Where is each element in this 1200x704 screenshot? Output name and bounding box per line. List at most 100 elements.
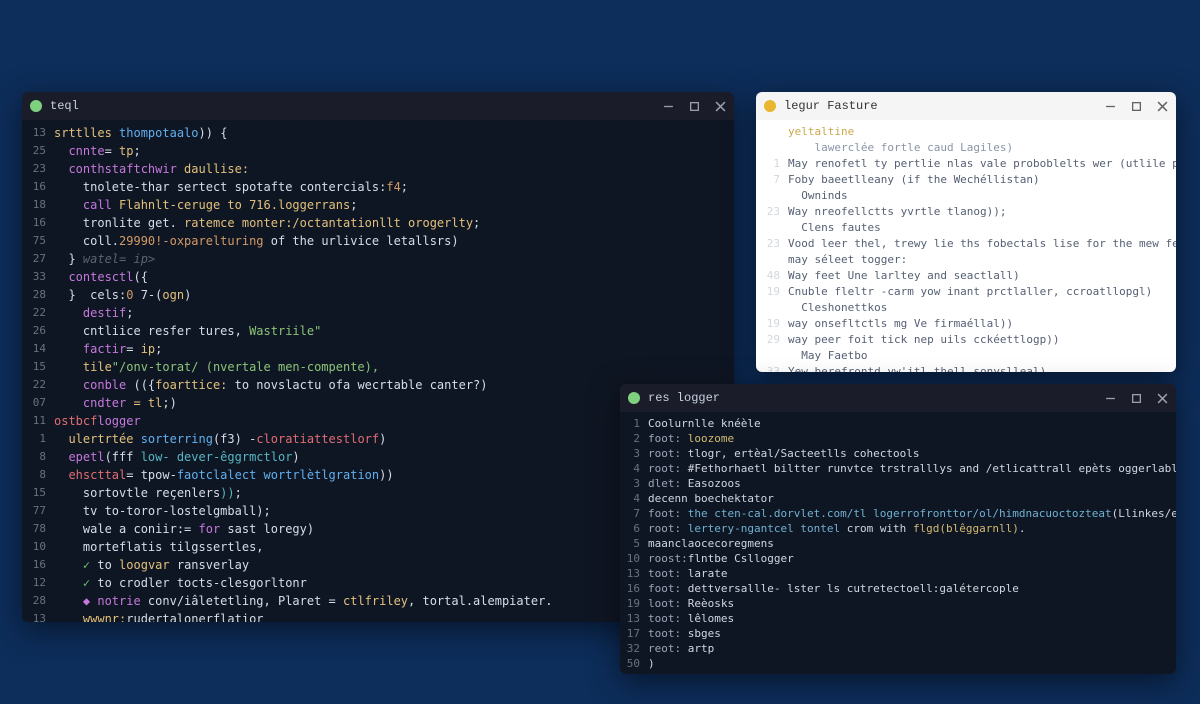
code-content: foot: dettversallle- lster ls cutretecto… [648,581,1176,596]
code-line[interactable]: 5maanclaocecoregmens [620,536,1176,551]
code-content: root: tlogr, ertèal/Sacteetlls cohectool… [648,446,1176,461]
feature-text: Way nreofellctts yvrtle tlanog)); [788,204,1176,220]
code-line[interactable]: 32reot: artp [620,641,1176,656]
feature-line[interactable]: May Faetbo [760,348,1176,364]
line-number: 23 [760,236,788,252]
line-number: 7 [620,506,648,521]
line-number: 16 [22,556,54,574]
code-line[interactable]: 2foot: loozome [620,431,1176,446]
code-line[interactable]: 3dlet: Easozoos [620,476,1176,491]
line-number: 8 [22,466,54,484]
line-number: 33 [760,364,788,372]
feature-text: Vood leer thel, trewy lie ths fobectals … [788,236,1176,252]
feature-line[interactable]: Owninds [760,188,1176,204]
feature-text: way peer foit tick nep uils cckéettlogp)… [788,332,1176,348]
code-content: tnolete-thar sertect spotafte contercial… [54,178,734,196]
feature-titlebar[interactable]: legur Fasture [756,92,1176,120]
close-button[interactable] [1156,392,1168,404]
line-number: 29 [760,332,788,348]
code-content: foot: the cten-cal.dorvlet.com/tl logerr… [648,506,1176,521]
line-number: 22 [22,376,54,394]
code-line[interactable]: 18 call Flahnlt-ceruge to 716.loggerrans… [22,196,734,214]
minimize-button[interactable] [1104,100,1116,112]
line-number: 1 [620,416,648,431]
maximize-button[interactable] [1130,100,1142,112]
line-number: 4 [620,491,648,506]
code-content: dlet: Easozoos [648,476,1176,491]
code-line[interactable]: 6root: lertery-ngantcel tontel crom with… [620,521,1176,536]
maximize-button[interactable] [688,100,700,112]
maximize-button[interactable] [1130,392,1142,404]
code-line[interactable]: 75 coll.29990!-oxparelturing of the urli… [22,232,734,250]
code-line[interactable]: 13toot: lêlomes [620,611,1176,626]
line-number: 78 [22,520,54,538]
feature-line[interactable]: 1May renofetl ty pertlie nlas vale probo… [760,156,1176,172]
feature-line[interactable]: 23Way nreofellctts yvrtle tlanog)); [760,204,1176,220]
code-line[interactable]: 16 tronlite get. ratemce monter:/octanta… [22,214,734,232]
close-button[interactable] [714,100,726,112]
line-number: 17 [620,626,648,641]
code-content: srttlles thompotaalo)) { [54,124,734,142]
code-content: coll.29990!-oxparelturing of the urlivic… [54,232,734,250]
code-line[interactable]: 28 } cels:0 7-(ogn) [22,286,734,304]
code-line[interactable]: 16 tnolete-thar sertect spotafte conterc… [22,178,734,196]
code-line[interactable]: 13toot: larate [620,566,1176,581]
line-number: 16 [22,178,54,196]
feature-line[interactable]: may séleet togger: [760,252,1176,268]
feature-line[interactable]: Clens fautes [760,220,1176,236]
feature-line[interactable]: Cleshonettkos [760,300,1176,316]
code-line[interactable]: 1Coolurnlle knéèle [620,416,1176,431]
code-line[interactable]: 3root: tlogr, ertèal/Sacteetlls cohectoo… [620,446,1176,461]
code-line[interactable]: 13srttlles thompotaalo)) { [22,124,734,142]
line-number: 4 [620,461,648,476]
logger-window: res logger 1Coolurnlle knéèle2foot: looz… [620,384,1176,674]
minimize-button[interactable] [1104,392,1116,404]
code-line[interactable]: 33 contesctl({ [22,268,734,286]
feature-line[interactable]: 19way onsefltctls mg Ve firmaéllal)) [760,316,1176,332]
code-content: foot: loozome [648,431,1176,446]
minimize-button[interactable] [662,100,674,112]
logger-titlebar[interactable]: res logger [620,384,1176,412]
code-line[interactable]: 15 tile"/onv-torat/ (nvertale men-compen… [22,358,734,376]
code-line[interactable]: 19loot: Reèosks [620,596,1176,611]
feature-text: way onsefltctls mg Ve firmaéllal)) [788,316,1176,332]
code-line[interactable]: 14 factir= ip; [22,340,734,358]
code-line[interactable]: 26 cntliice resfer tures, Wastriile" [22,322,734,340]
line-number: 13 [22,610,54,622]
feature-line[interactable]: 19Cnuble fleltr -carm yow inant prctlall… [760,284,1176,300]
code-line[interactable]: 22 destif; [22,304,734,322]
feature-text: Owninds [788,188,1176,204]
close-button[interactable] [1156,100,1168,112]
code-line[interactable]: 23 conthstaftchwir daullise: [22,160,734,178]
code-line[interactable]: 4root: #Fethorhaetl biltter runvtce trst… [620,461,1176,476]
feature-line[interactable]: 7Foby baeetlleany (if the Wechéllistan) [760,172,1176,188]
line-number: 1 [760,156,788,172]
feature-text: Foby baeetlleany (if the Wechéllistan) [788,172,1176,188]
logger-body[interactable]: 1Coolurnlle knéèle2foot: loozome3root: t… [620,412,1176,674]
line-number: 16 [22,214,54,232]
code-content: reot: artp [648,641,1176,656]
feature-line[interactable]: 33Yew berefrontd yw'itl thell sonyslleal… [760,364,1176,372]
line-number: 77 [22,502,54,520]
code-line[interactable]: 17toot: sbges [620,626,1176,641]
code-line[interactable]: 27 } watel= ip> [22,250,734,268]
feature-line[interactable]: 23Vood leer thel, trewy lie ths fobectal… [760,236,1176,252]
feature-subtitle: lawerclée fortle caud Lagiles) [760,140,1176,156]
feature-line[interactable]: 29way peer foit tick nep uils cckéettlog… [760,332,1176,348]
line-number: 1 [22,430,54,448]
code-line[interactable]: 7foot: the cten-cal.dorvlet.com/tl loger… [620,506,1176,521]
code-line[interactable]: 10roost:flntbe Csllogger [620,551,1176,566]
feature-line[interactable]: 48Way feet Une larltey and seactlall) [760,268,1176,284]
line-number: 27 [22,250,54,268]
code-content: } watel= ip> [54,250,734,268]
line-number: 2 [620,431,648,446]
code-line[interactable]: 16foot: dettversallle- lster ls cutretec… [620,581,1176,596]
code-line[interactable]: 25 cnnte= tp; [22,142,734,160]
feature-body[interactable]: yeltaltine lawerclée fortle caud Lagiles… [756,120,1176,372]
code-content: toot: larate [648,566,1176,581]
code-content: conthstaftchwir daullise: [54,160,734,178]
code-line[interactable]: 50) [620,656,1176,671]
editor-titlebar[interactable]: teql [22,92,734,120]
code-line[interactable]: 4decenn boechektator [620,491,1176,506]
line-number: 15 [22,358,54,376]
